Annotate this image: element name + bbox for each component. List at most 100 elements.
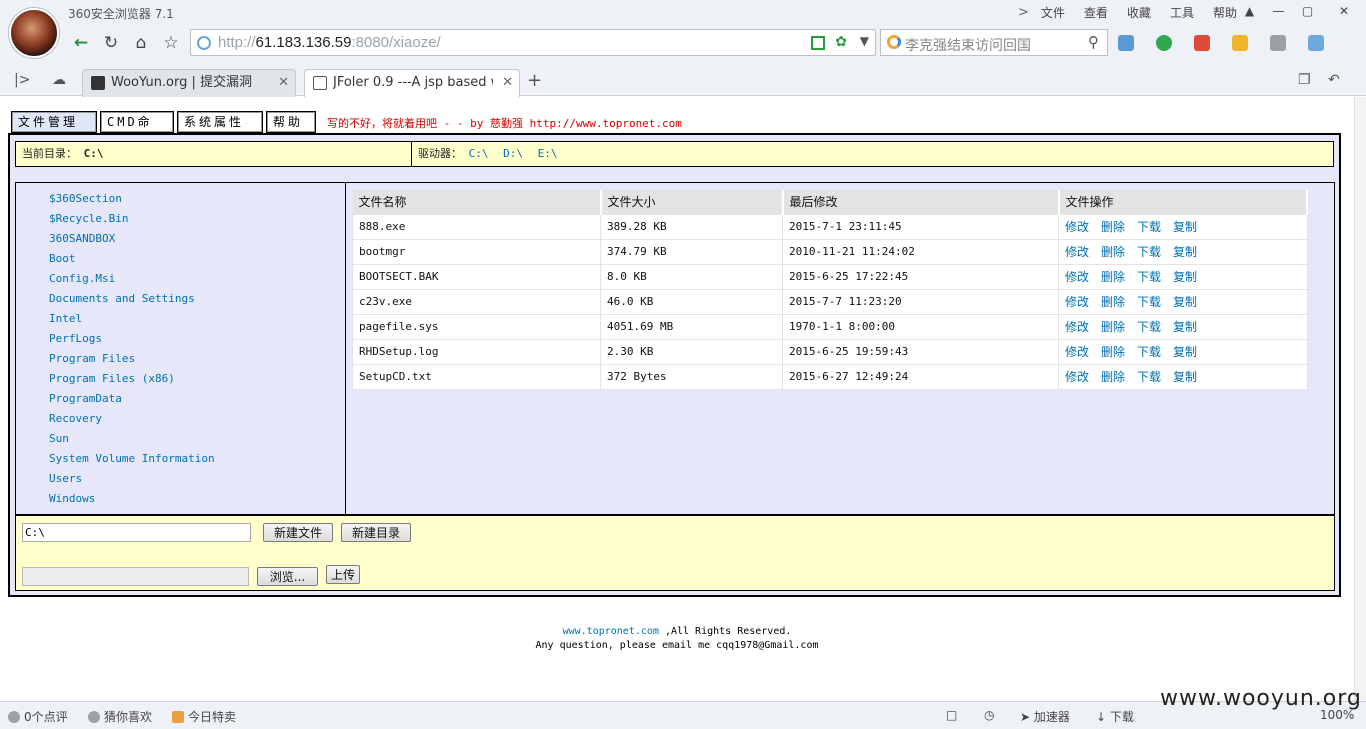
menu-tools[interactable]: 工具 [1170, 4, 1194, 21]
download-link[interactable]: 下载 [1137, 295, 1161, 309]
copy-link[interactable]: 复制 [1173, 220, 1197, 234]
file-name-cell[interactable]: RHDSetup.log [352, 338, 601, 365]
copy-link[interactable]: 复制 [1173, 245, 1197, 259]
edit-link[interactable]: 修改 [1065, 345, 1089, 359]
folder-link[interactable]: Program Files [49, 351, 345, 371]
folder-link[interactable]: ProgramData [49, 391, 345, 411]
delete-link[interactable]: 删除 [1101, 320, 1125, 334]
file-name-cell[interactable]: SetupCD.txt [352, 363, 601, 390]
restore-tab-icon[interactable]: ❐ [1298, 72, 1311, 88]
guess-item[interactable]: 猜你喜欢 [88, 708, 152, 725]
vertical-scrollbar[interactable] [1354, 97, 1366, 701]
url-text[interactable]: http://61.183.136.59:8080/xiaoze/ [218, 34, 441, 51]
user-avatar[interactable] [9, 8, 59, 58]
folder-link[interactable]: Config.Msi [49, 271, 345, 291]
copy-link[interactable]: 复制 [1173, 345, 1197, 359]
game-icon[interactable] [1232, 35, 1248, 51]
download-link[interactable]: 下载 [1137, 245, 1161, 259]
qr-code-icon[interactable] [811, 36, 825, 50]
edit-link[interactable]: 修改 [1065, 220, 1089, 234]
folder-link[interactable]: Documents and Settings [49, 291, 345, 311]
nav-system-properties[interactable]: 系统属性 [177, 111, 263, 133]
tab-wooyun[interactable]: WooYun.org | 提交漏洞 ✕ [82, 69, 296, 97]
cloud-icon[interactable]: ☁ [52, 72, 66, 88]
download-link[interactable]: 下载 [1137, 220, 1161, 234]
file-name-cell[interactable]: pagefile.sys [352, 313, 601, 340]
search-placeholder[interactable]: 李克强结束访问回国 [905, 35, 1031, 55]
skin-icon[interactable]: ▲ [1235, 0, 1264, 22]
search-box[interactable]: 李克强结束访问回国 ⚲ [880, 29, 1108, 56]
shield-icon[interactable] [1156, 35, 1172, 51]
nav-file-manager[interactable]: 文件管理 [11, 111, 97, 133]
copy-link[interactable]: 复制 [1173, 370, 1197, 384]
search-icon[interactable]: ⚲ [1088, 33, 1099, 51]
download-link[interactable]: 下载 [1137, 270, 1161, 284]
download-link[interactable]: 下载 [1137, 345, 1161, 359]
delete-link[interactable]: 删除 [1101, 245, 1125, 259]
download-link[interactable]: 下载 [1137, 370, 1161, 384]
delete-link[interactable]: 删除 [1101, 295, 1125, 309]
menu-file[interactable]: 文件 [1041, 4, 1065, 21]
chevron-right-icon[interactable]: > [1018, 5, 1029, 20]
accelerator-item[interactable]: ➤ 加速器 [1020, 708, 1070, 725]
apps-icon[interactable] [1118, 35, 1134, 51]
folder-link[interactable]: $Recycle.Bin [49, 211, 345, 231]
folder-link[interactable]: Sun [49, 431, 345, 451]
home-icon[interactable]: ⌂ [126, 29, 156, 57]
pdf-icon[interactable] [1194, 35, 1210, 51]
download-link[interactable]: 下载 [1137, 320, 1161, 334]
copy-link[interactable]: 复制 [1173, 320, 1197, 334]
new-tab-button[interactable]: + [527, 70, 542, 91]
menu-help[interactable]: 帮助 [1213, 4, 1237, 21]
folder-link[interactable]: Recovery [49, 411, 345, 431]
close-tab-icon[interactable]: ✕ [502, 75, 513, 90]
delete-link[interactable]: 删除 [1101, 370, 1125, 384]
folder-link[interactable]: Boot [49, 251, 345, 271]
drive-link-e[interactable]: E:\ [538, 147, 558, 160]
leaf-icon[interactable]: ✿ [835, 34, 847, 50]
speed-icon[interactable]: ◷ [984, 708, 994, 722]
edit-link[interactable]: 修改 [1065, 370, 1089, 384]
copy-link[interactable]: 复制 [1173, 270, 1197, 284]
deals-item[interactable]: 今日特卖 [172, 708, 236, 725]
back-arrow-icon[interactable]: ← [66, 29, 96, 57]
tab-jfoler[interactable]: JFoler 0.9 ---A jsp based wel ✕ [304, 69, 520, 97]
screenshot-icon[interactable] [1270, 35, 1286, 51]
phone-icon[interactable]: □ [946, 708, 957, 722]
folder-link[interactable]: PerfLogs [49, 331, 345, 351]
delete-link[interactable]: 删除 [1101, 270, 1125, 284]
minimize-button[interactable]: — [1264, 0, 1293, 22]
edit-link[interactable]: 修改 [1065, 270, 1089, 284]
translate-icon[interactable] [1308, 35, 1324, 51]
folder-link[interactable]: Windows [49, 491, 345, 511]
file-name-cell[interactable]: bootmgr [352, 238, 601, 265]
upload-button[interactable]: 上传 [326, 565, 360, 584]
drive-link-c[interactable]: C:\ [469, 147, 489, 160]
drive-link-d[interactable]: D:\ [503, 147, 523, 160]
star-icon[interactable]: ☆ [156, 29, 186, 57]
refresh-icon[interactable]: ↻ [96, 29, 126, 57]
folder-link[interactable]: $360Section [49, 191, 345, 211]
copy-link[interactable]: 复制 [1173, 295, 1197, 309]
folder-link[interactable]: Users [49, 471, 345, 491]
delete-link[interactable]: 删除 [1101, 345, 1125, 359]
sidebar-toggle-icon[interactable]: |> [14, 72, 30, 88]
maximize-button[interactable]: ▢ [1293, 0, 1322, 22]
new-directory-button[interactable]: 新建目录 [341, 523, 411, 542]
undo-close-icon[interactable]: ↶ [1328, 72, 1340, 88]
menu-view[interactable]: 查看 [1084, 4, 1108, 21]
edit-link[interactable]: 修改 [1065, 245, 1089, 259]
nav-cmd[interactable]: CMD命令 [100, 111, 174, 149]
address-bar[interactable]: http://61.183.136.59:8080/xiaoze/ ✿ ▼ [190, 29, 876, 56]
nav-help[interactable]: 帮助 [266, 111, 316, 133]
comments-item[interactable]: 0个点评 [8, 708, 68, 725]
folder-link[interactable]: 360SANDBOX [49, 231, 345, 251]
folder-link[interactable]: System Volume Information [49, 451, 345, 471]
footer-link[interactable]: www.topronet.com [563, 626, 659, 637]
browse-button[interactable]: 浏览... [257, 567, 318, 586]
folder-link[interactable]: Program Files (x86) [49, 371, 345, 391]
new-file-button[interactable]: 新建文件 [263, 523, 333, 542]
folder-link[interactable]: Intel [49, 311, 345, 331]
path-input[interactable] [22, 523, 251, 542]
close-window-button[interactable]: ✕ [1322, 0, 1366, 22]
